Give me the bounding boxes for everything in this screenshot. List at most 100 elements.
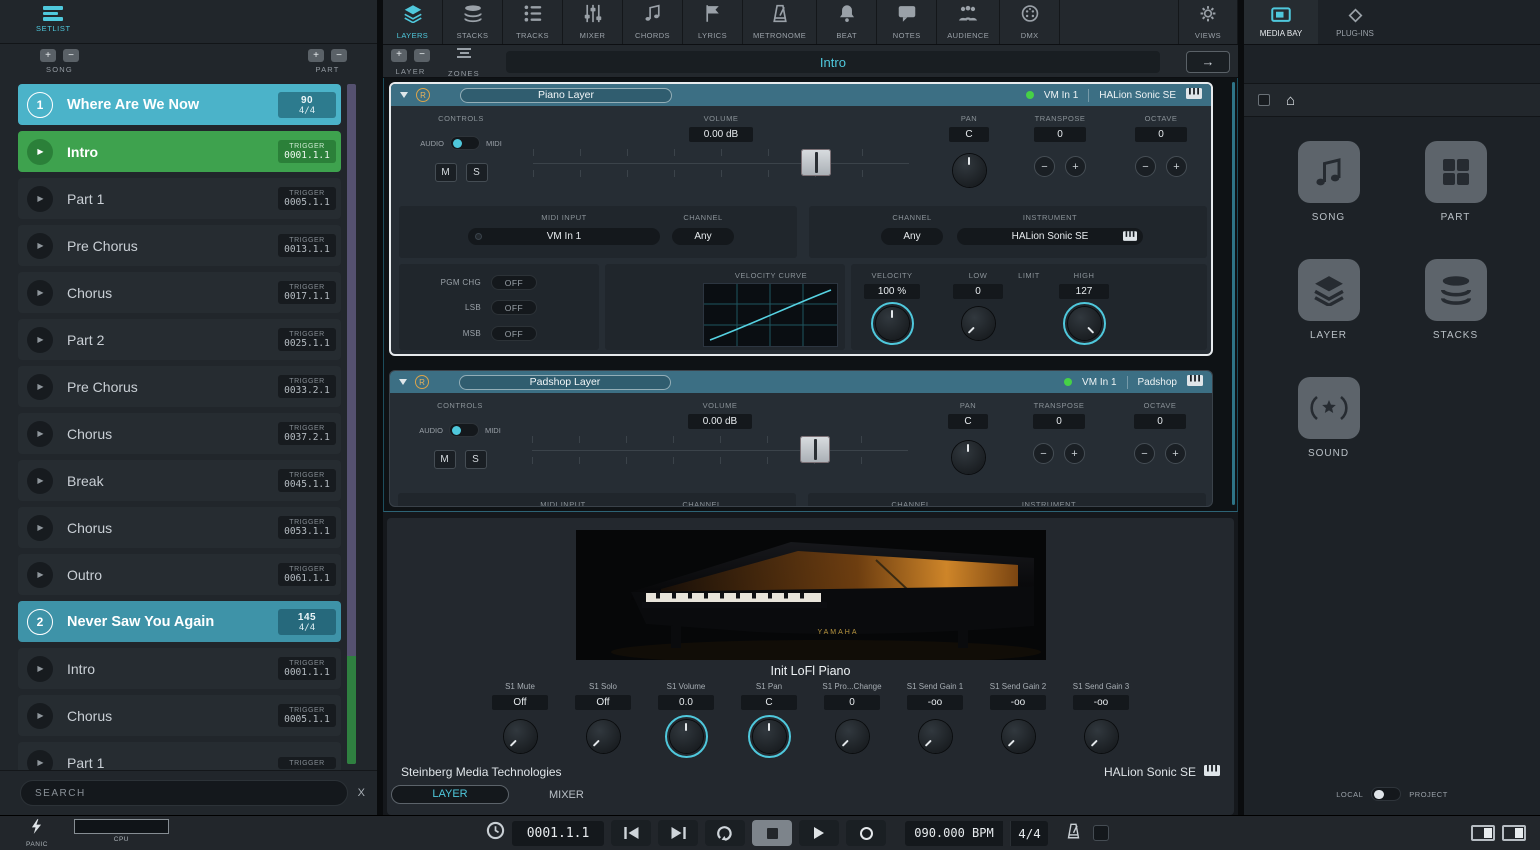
solo-button[interactable]: S [466,163,488,182]
remove-part-button[interactable]: − [331,49,347,62]
tab-dmx[interactable]: DMX [1000,0,1060,44]
param-knob[interactable] [836,720,869,753]
item-play-icon[interactable]: ▶ [27,374,53,400]
param-value[interactable]: -oo [990,695,1046,710]
velocity-curve-editor[interactable] [703,283,838,347]
layer-instrument-name[interactable]: HALion Sonic SE [1099,90,1176,101]
tempo-display[interactable]: 090.000 BPM [905,821,1003,846]
setlist-item[interactable]: 2 Never Saw You Again 145 4/4 [18,601,341,642]
local-project-toggle[interactable] [1371,787,1401,801]
solo-button[interactable]: S [465,450,487,469]
item-play-icon[interactable]: ▶ [27,139,53,165]
keyboard-icon[interactable] [1187,373,1203,391]
pan-value[interactable]: C [949,127,989,142]
media-tile-song[interactable]: SONG [1265,141,1392,223]
out-channel-select[interactable]: Any [881,228,943,245]
item-play-icon[interactable]: ▶ [27,515,53,541]
item-play-icon[interactable]: ▶ [27,703,53,729]
item-play-icon[interactable]: ▶ [27,750,53,771]
octave-minus-button[interactable]: − [1134,443,1155,464]
layer-name[interactable]: Padshop Layer [459,375,671,390]
setlist-item[interactable]: ▶ Chorus TRIGGER 0005.1.1 [18,695,341,736]
layer-instrument-name[interactable]: Padshop [1138,377,1177,388]
volume-slider[interactable] [530,432,910,468]
layout-toggle-right-button[interactable] [1502,825,1526,841]
metronome-click-icon[interactable] [1065,822,1082,845]
param-knob[interactable] [1085,720,1118,753]
preset-name[interactable]: Init LoFl Piano [387,664,1234,678]
param-value[interactable]: Off [575,695,631,710]
layer-name[interactable]: Piano Layer [460,88,672,103]
filter-checkbox[interactable] [1258,94,1270,106]
item-play-icon[interactable]: ▶ [27,280,53,306]
item-play-icon[interactable]: ▶ [27,656,53,682]
setlist-item[interactable]: ▶ Pre Chorus TRIGGER 0033.2.1 [18,366,341,407]
collapse-arrow-icon[interactable] [400,92,408,98]
pgm-chg-button[interactable]: OFF [491,275,537,290]
low-knob[interactable] [962,307,995,340]
param-value[interactable]: 0 [824,695,880,710]
play-button[interactable] [799,820,839,846]
tab-stacks[interactable]: STACKS [443,0,503,44]
transpose-value[interactable]: 0 [1034,127,1086,142]
piano-layer-header[interactable]: R Piano Layer VM In 1 HALion Sonic SE [391,84,1211,106]
param-value[interactable]: Off [492,695,548,710]
octave-plus-button[interactable]: + [1166,156,1187,177]
setlist-item[interactable]: 1 Where Are We Now 90 4/4 [18,84,341,125]
midi-channel-select[interactable]: Any [672,228,734,245]
layout-toggle-left-button[interactable] [1471,825,1495,841]
click-enable-checkbox[interactable] [1093,825,1109,841]
keyboard-icon[interactable] [1123,231,1137,244]
octave-value[interactable]: 0 [1135,127,1187,142]
velocity-value[interactable]: 100 % [864,284,920,299]
velocity-knob[interactable] [876,307,909,340]
param-knob[interactable] [753,720,786,753]
octave-plus-button[interactable]: + [1165,443,1186,464]
volume-slider-handle[interactable] [801,149,831,176]
setlist-item[interactable]: ▶ Part 1 TRIGGER 0005.1.1 [18,178,341,219]
stop-button[interactable] [752,820,792,846]
setlist-item[interactable]: ▶ Intro TRIGGER 0001.1.1 [18,648,341,689]
tab-layer-bottom[interactable]: LAYER [391,785,509,804]
msb-button[interactable]: OFF [491,326,537,341]
layers-scrollbar[interactable] [1232,82,1235,505]
clock-icon[interactable] [486,821,505,845]
pan-knob[interactable] [953,154,986,187]
setlist-item[interactable]: ▶ Chorus TRIGGER 0017.1.1 [18,272,341,313]
collapse-arrow-icon[interactable] [399,379,407,385]
param-knob[interactable] [504,720,537,753]
record-arm-button[interactable]: R [416,88,430,102]
param-knob[interactable] [587,720,620,753]
midi-input-select[interactable]: VM In 1 [468,228,660,245]
volume-value[interactable]: 0.00 dB [688,414,752,429]
setlist-item[interactable]: ▶ Chorus TRIGGER 0053.1.1 [18,507,341,548]
panic-button[interactable]: PANIC [26,819,48,848]
param-knob[interactable] [919,720,952,753]
add-part-button[interactable]: + [308,49,324,62]
volume-slider[interactable] [531,145,911,181]
item-play-icon[interactable]: ▶ [27,421,53,447]
tab-audience[interactable]: AUDIENCE [937,0,1000,44]
param-value[interactable]: -oo [907,695,963,710]
tab-media-bay[interactable]: MEDIA BAY [1244,0,1318,44]
tab-views[interactable]: VIEWS [1178,0,1238,44]
volume-value[interactable]: 0.00 dB [689,127,753,142]
tab-mixer-bottom[interactable]: MIXER [549,789,584,801]
tab-layers[interactable]: LAYERS [383,0,443,44]
audio-midi-toggle[interactable] [450,136,480,150]
transpose-minus-button[interactable]: − [1033,443,1054,464]
pan-knob[interactable] [952,441,985,474]
octave-value[interactable]: 0 [1134,414,1186,429]
setlist-tab[interactable]: SETLIST [36,6,71,33]
zones-button[interactable]: ZONES [448,46,480,78]
add-song-button[interactable]: + [40,49,56,62]
media-tile-part[interactable]: PART [1392,141,1519,223]
record-button[interactable] [846,820,886,846]
pan-value[interactable]: C [948,414,988,429]
param-value[interactable]: 0.0 [658,695,714,710]
search-clear-button[interactable]: X [358,787,365,799]
setlist-scrollbar[interactable] [347,84,356,764]
setlist-item[interactable]: ▶ Chorus TRIGGER 0037.2.1 [18,413,341,454]
keyboard-icon[interactable] [1204,763,1220,781]
setlist-item[interactable]: ▶ Break TRIGGER 0045.1.1 [18,460,341,501]
